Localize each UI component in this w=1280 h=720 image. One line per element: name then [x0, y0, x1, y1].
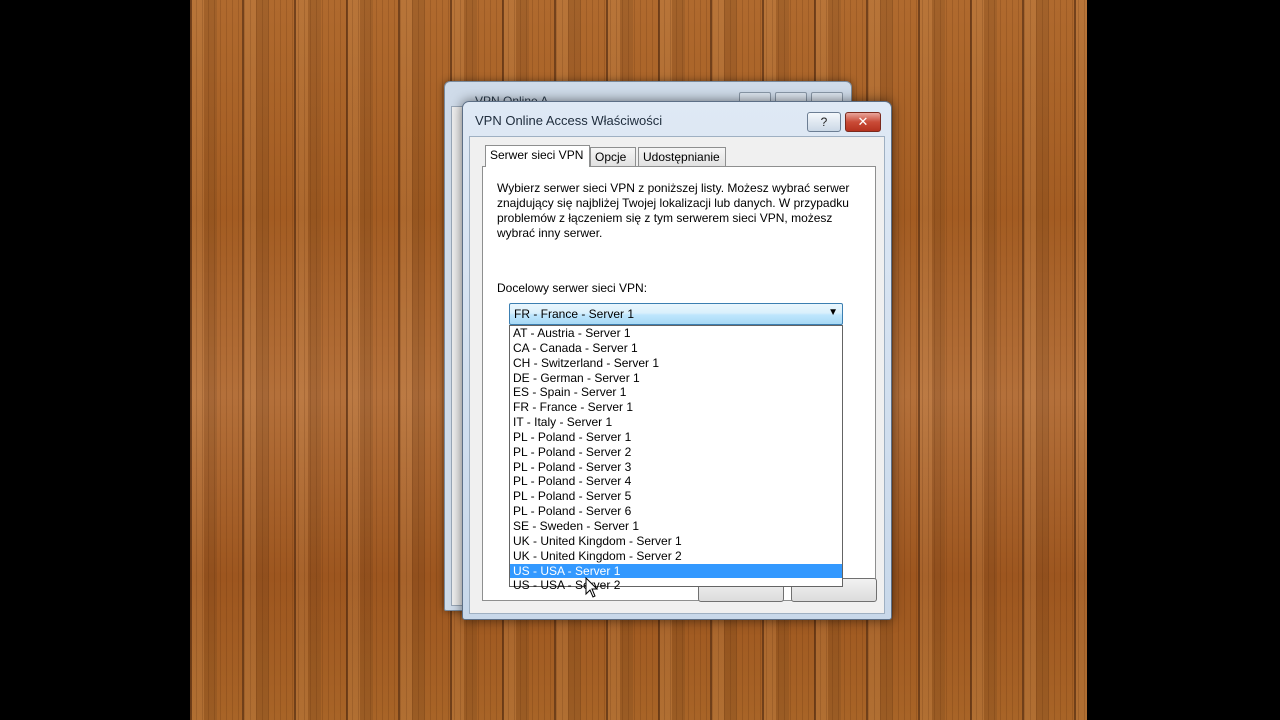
letterbox-right — [1087, 0, 1280, 720]
list-item[interactable]: AT - Austria - Server 1 — [510, 326, 842, 341]
letterbox-left — [0, 0, 190, 720]
list-item[interactable]: UK - United Kingdom - Server 1 — [510, 534, 842, 549]
tab-sharing[interactable]: Udostępnianie — [638, 147, 726, 166]
list-item[interactable]: PL - Poland - Server 1 — [510, 430, 842, 445]
close-button[interactable]: ✕ — [845, 112, 881, 132]
server-label: Docelowy serwer sieci VPN: — [497, 281, 648, 295]
list-item[interactable]: PL - Poland - Server 2 — [510, 445, 842, 460]
tab-vpn-server[interactable]: Serwer sieci VPN — [485, 145, 590, 167]
dialog-title: VPN Online Access Właściwości — [475, 113, 663, 128]
server-combobox-value: FR - France - Server 1 — [514, 307, 635, 321]
list-item[interactable]: ES - Spain - Server 1 — [510, 385, 842, 400]
server-combobox[interactable]: FR - France - Server 1 ▼ — [509, 303, 843, 325]
list-item[interactable]: FR - France - Server 1 — [510, 400, 842, 415]
list-item[interactable]: DE - German - Server 1 — [510, 371, 842, 386]
description-text: Wybierz serwer sieci VPN z poniższej lis… — [497, 181, 850, 240]
list-item[interactable]: SE - Sweden - Server 1 — [510, 519, 842, 534]
list-item[interactable]: PL - Poland - Server 3 — [510, 460, 842, 475]
chevron-down-icon[interactable]: ▼ — [828, 307, 838, 318]
list-item[interactable]: CA - Canada - Server 1 — [510, 341, 842, 356]
list-item[interactable]: UK - United Kingdom - Server 2 — [510, 549, 842, 564]
list-item-highlighted[interactable]: US - USA - Server 1 — [510, 563, 842, 579]
tab-options[interactable]: Opcje — [590, 147, 636, 166]
list-item[interactable]: PL - Poland - Server 4 — [510, 474, 842, 489]
list-item[interactable]: US - USA - Server 2 — [510, 578, 842, 593]
help-button[interactable]: ? — [807, 112, 841, 132]
server-dropdown-list[interactable]: AT - Austria - Server 1 CA - Canada - Se… — [509, 325, 843, 592]
mouse-pointer-icon — [585, 577, 599, 598]
list-item[interactable]: PL - Poland - Server 5 — [510, 489, 842, 504]
list-item[interactable]: CH - Switzerland - Server 1 — [510, 356, 842, 371]
list-item[interactable]: IT - Italy - Server 1 — [510, 415, 842, 430]
list-item[interactable]: PL - Poland - Server 6 — [510, 504, 842, 519]
